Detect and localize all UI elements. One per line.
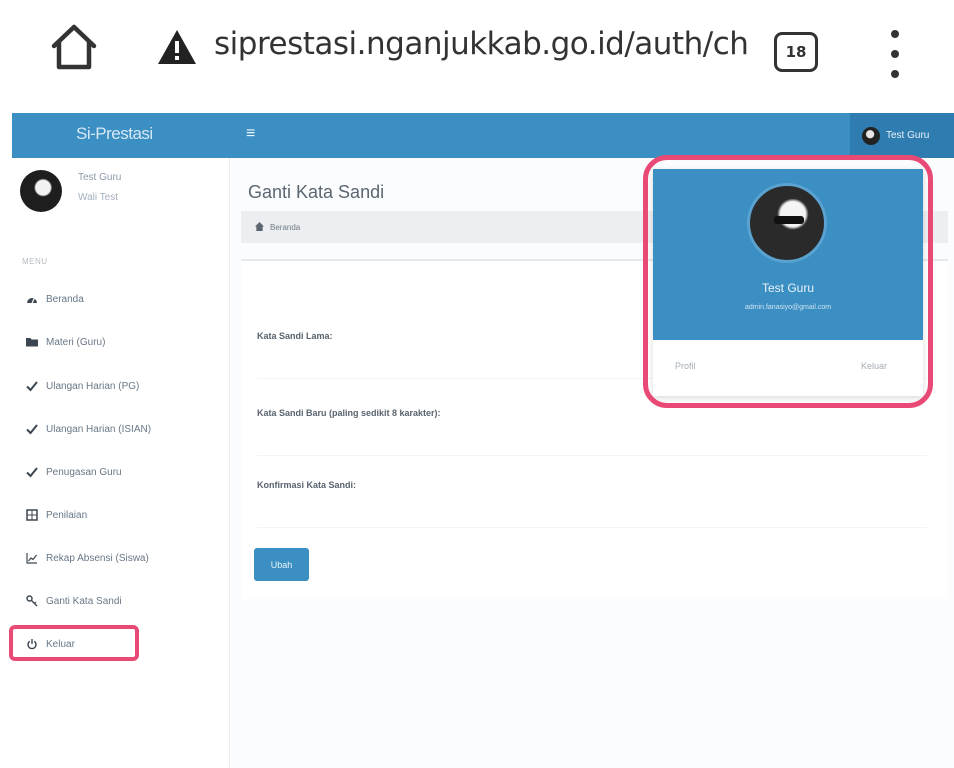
warning-icon[interactable]: [156, 28, 198, 66]
submit-button[interactable]: Ubah: [254, 548, 309, 581]
address-bar-url[interactable]: siprestasi.nganjukkab.go.id/auth/ch: [214, 26, 749, 62]
sidebar-item-penilaian[interactable]: Penilaian: [12, 498, 218, 532]
navbar-avatar: [862, 126, 880, 145]
dashboard-icon: [26, 293, 38, 305]
sidebar-item-beranda[interactable]: Beranda: [12, 282, 218, 316]
navbar-user-name: Test Guru: [886, 130, 930, 141]
check-icon: [26, 380, 38, 392]
sidebar-item-materi[interactable]: Materi (Guru): [12, 325, 218, 359]
tab-switcher-button[interactable]: 18: [774, 32, 818, 72]
sidebar: Test Guru Wali Test MENU Beranda Materi …: [9, 158, 230, 768]
more-options-icon[interactable]: [884, 30, 906, 78]
home-icon[interactable]: [48, 22, 100, 72]
key-icon: [26, 595, 38, 607]
confirm-password-field[interactable]: [257, 502, 927, 528]
check-icon: [26, 423, 38, 435]
sidebar-item-ulangan-pg[interactable]: Ulangan Harian (PG): [12, 369, 218, 403]
sidebar-item-penugasan[interactable]: Penugasan Guru: [12, 455, 218, 489]
breadcrumb-home-link[interactable]: Beranda: [270, 223, 300, 232]
sidebar-user-name: Test Guru: [78, 172, 122, 183]
sidebar-toggle-icon[interactable]: ≡: [246, 125, 255, 143]
folder-icon: [26, 336, 38, 348]
new-password-label: Kata Sandi Baru (paling sedikit 8 karakt…: [257, 408, 441, 418]
sidebar-item-ulangan-isian[interactable]: Ulangan Harian (ISIAN): [12, 412, 218, 446]
confirm-password-label: Konfirmasi Kata Sandi:: [257, 480, 357, 490]
sidebar-user-role: Wali Test: [78, 192, 119, 203]
sidebar-item-rekap-absensi[interactable]: Rekap Absensi (Siswa): [12, 541, 218, 575]
app-navbar: Si-Prestasi ≡ Test Guru: [12, 113, 954, 158]
line-chart-icon: [26, 552, 38, 564]
menu-header: MENU: [22, 257, 48, 266]
home-icon[interactable]: [255, 218, 264, 236]
browser-toolbar: siprestasi.nganjukkab.go.id/auth/ch 18: [0, 0, 954, 96]
user-menu-toggle[interactable]: Test Guru: [850, 113, 954, 158]
avatar: [20, 170, 62, 212]
dropdown-highlight-annotation: [643, 155, 933, 408]
sidebar-item-ganti-kata-sandi[interactable]: Ganti Kata Sandi: [12, 584, 218, 618]
new-password-field[interactable]: [257, 430, 927, 456]
page-title: Ganti Kata Sandi: [248, 182, 385, 202]
old-password-label: Kata Sandi Lama:: [257, 331, 333, 341]
keluar-highlight-annotation: [9, 625, 139, 661]
check-icon: [26, 466, 38, 478]
sidebar-user-panel: Test Guru Wali Test: [20, 170, 220, 218]
brand-logo-text[interactable]: Si-Prestasi: [76, 124, 153, 144]
grid-icon: [26, 509, 38, 521]
